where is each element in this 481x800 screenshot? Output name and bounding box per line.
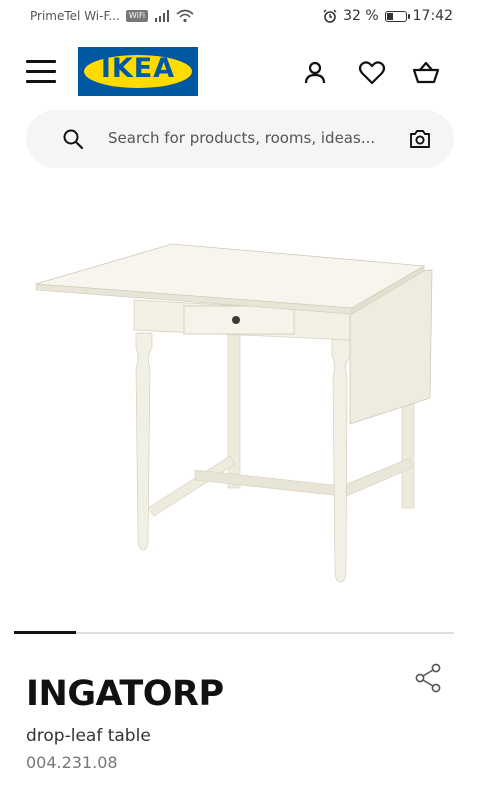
basket-icon[interactable]: [411, 58, 441, 88]
wifi-calling-badge: WiFi: [125, 10, 149, 22]
wifi-icon: [176, 9, 194, 23]
signal-icon: [155, 10, 170, 22]
battery-icon: [384, 10, 410, 22]
status-bar: PrimeTel Wi-F... WiFi 32 % 17:42: [0, 0, 481, 34]
search-input[interactable]: Search for products, rooms, ideas...: [108, 129, 375, 147]
image-carousel-indicator[interactable]: [14, 631, 454, 634]
product-image[interactable]: [30, 238, 440, 588]
clock: 17:42: [412, 8, 453, 24]
share-icon[interactable]: [414, 663, 442, 693]
search-bar[interactable]: Search for products, rooms, ideas...: [26, 110, 454, 168]
product-description: drop-leaf table: [26, 726, 151, 746]
camera-search-icon[interactable]: [408, 127, 432, 151]
carousel-active-segment: [14, 631, 76, 634]
product-name: INGATORP: [26, 674, 224, 714]
heart-icon[interactable]: [357, 58, 387, 88]
app-header: IKEA: [0, 40, 481, 102]
status-right: 32 % 17:42: [323, 8, 453, 24]
battery-percent: 32 %: [343, 8, 379, 24]
carrier-label: PrimeTel Wi-F...: [30, 9, 120, 23]
ikea-logo[interactable]: IKEA: [78, 47, 198, 96]
menu-icon[interactable]: [26, 60, 56, 84]
logo-text: IKEA: [100, 53, 176, 84]
alarm-icon: [323, 9, 337, 23]
article-number: 004.231.08: [26, 753, 118, 772]
account-icon[interactable]: [300, 58, 330, 88]
status-left: PrimeTel Wi-F... WiFi: [30, 9, 194, 23]
search-icon: [63, 129, 84, 150]
